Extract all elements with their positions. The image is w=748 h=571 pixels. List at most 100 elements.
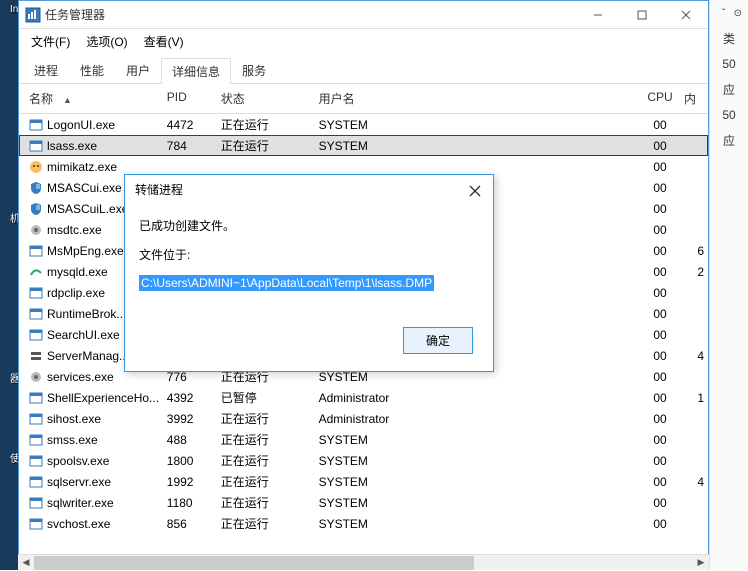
scrollbar-track[interactable] (34, 555, 693, 571)
tab-users[interactable]: 用户 (115, 57, 161, 83)
table-row[interactable]: spoolsv.exe1800正在运行SYSTEM00 (19, 450, 708, 471)
process-status: 正在运行 (221, 410, 319, 427)
process-status: 正在运行 (221, 452, 319, 469)
table-row[interactable]: sqlwriter.exe1180正在运行SYSTEM00 (19, 492, 708, 513)
process-cpu: 00 (636, 433, 684, 447)
dialog-close-button[interactable] (461, 179, 489, 203)
process-name: smss.exe (47, 433, 98, 447)
tab-performance[interactable]: 性能 (69, 57, 115, 83)
process-cpu: 00 (636, 307, 684, 321)
tab-processes[interactable]: 进程 (23, 57, 69, 83)
process-name: sqlwriter.exe (47, 496, 114, 510)
process-user: SYSTEM (319, 517, 637, 531)
process-name: rdpclip.exe (47, 286, 105, 300)
process-status: 正在运行 (221, 116, 319, 133)
process-pid: 1800 (167, 454, 221, 468)
process-icon (29, 307, 43, 321)
process-name: RuntimeBrok... (47, 307, 126, 321)
process-icon (29, 328, 43, 342)
process-icon (29, 223, 43, 237)
process-name: sihost.exe (47, 412, 101, 426)
header-name[interactable]: 名称▲ (19, 90, 167, 107)
process-name: sqlservr.exe (47, 475, 111, 489)
process-status: 正在运行 (221, 473, 319, 490)
process-status: 正在运行 (221, 494, 319, 511)
process-cpu: 00 (636, 223, 684, 237)
header-other[interactable]: 内 (684, 90, 708, 107)
dialog-ok-button[interactable]: 确定 (403, 327, 473, 354)
process-pid: 856 (167, 517, 221, 531)
process-icon (29, 118, 43, 132)
scroll-right-icon[interactable]: ▶ (693, 555, 709, 571)
process-cpu: 00 (636, 454, 684, 468)
process-cpu: 00 (636, 160, 684, 174)
header-user[interactable]: 用户名 (319, 90, 637, 107)
process-user: SYSTEM (319, 496, 637, 510)
process-user: Administrator (319, 412, 637, 426)
process-cpu: 00 (636, 286, 684, 300)
process-name: spoolsv.exe (47, 454, 109, 468)
process-pid: 488 (167, 433, 221, 447)
tabs: 进程 性能 用户 详细信息 服务 (19, 53, 708, 84)
process-icon (29, 433, 43, 447)
process-user: SYSTEM (319, 475, 637, 489)
process-status: 正在运行 (221, 515, 319, 532)
table-row[interactable]: sqlservr.exe1992正在运行SYSTEM004 (19, 471, 708, 492)
process-name: services.exe (47, 370, 114, 384)
process-icon (29, 496, 43, 510)
process-icon (29, 475, 43, 489)
table-row[interactable]: LogonUI.exe4472正在运行SYSTEM00 (19, 114, 708, 135)
process-icon (29, 244, 43, 258)
minimize-button[interactable] (576, 1, 620, 29)
process-name: ShellExperienceHo... (47, 391, 159, 405)
process-cpu: 00 (636, 475, 684, 489)
dialog-title[interactable]: 转储进程 (125, 175, 493, 203)
table-row[interactable]: svchost.exe856正在运行SYSTEM00 (19, 513, 708, 534)
table-row[interactable]: smss.exe 488正在运行SYSTEM00 (19, 429, 708, 450)
process-icon (29, 517, 43, 531)
process-pid: 3992 (167, 412, 221, 426)
menu-options[interactable]: 选项(O) (78, 31, 135, 52)
scrollbar-thumb[interactable] (34, 556, 474, 570)
process-name: msdtc.exe (47, 223, 102, 237)
process-status: 已暂停 (221, 389, 319, 406)
process-icon (29, 412, 43, 426)
table-row[interactable]: sihost.exe 3992正在运行Administrator00 (19, 408, 708, 429)
process-other: 6 (684, 244, 708, 258)
table-row[interactable]: ShellExperienceHo...4392已暂停Administrator… (19, 387, 708, 408)
process-cpu: 00 (636, 391, 684, 405)
scroll-left-icon[interactable]: ◀ (18, 555, 34, 571)
process-cpu: 00 (636, 202, 684, 216)
process-pid: 784 (167, 139, 221, 153)
tab-services[interactable]: 服务 (231, 57, 277, 83)
process-name: SearchUI.exe (47, 328, 120, 342)
taskmgr-icon (25, 7, 41, 23)
maximize-button[interactable] (620, 1, 664, 29)
process-name: mysqld.exe (47, 265, 108, 279)
header-status[interactable]: 状态 (221, 90, 319, 107)
process-status: 正在运行 (221, 137, 319, 154)
process-name: LogonUI.exe (47, 118, 115, 132)
window-title: 任务管理器 (45, 6, 576, 23)
tab-details[interactable]: 详细信息 (161, 58, 231, 84)
dialog-message-1: 已成功创建文件。 (139, 217, 479, 234)
close-button[interactable] (664, 1, 708, 29)
menu-view[interactable]: 查看(V) (136, 31, 192, 52)
process-cpu: 00 (636, 139, 684, 153)
process-other: 1 (684, 391, 708, 405)
process-cpu: 00 (636, 412, 684, 426)
header-cpu[interactable]: CPU (636, 90, 684, 107)
process-status: 正在运行 (221, 431, 319, 448)
table-row[interactable]: lsass.exe784正在运行SYSTEM00 (19, 135, 708, 156)
dialog-file-path[interactable]: C:\Users\ADMINI~1\AppData\Local\Temp\1\l… (139, 275, 434, 291)
menu-file[interactable]: 文件(F) (23, 31, 78, 52)
process-icon (29, 202, 43, 216)
process-pid: 1992 (167, 475, 221, 489)
header-pid[interactable]: PID (167, 90, 221, 107)
menubar: 文件(F) 选项(O) 查看(V) (19, 29, 708, 53)
process-name: svchost.exe (47, 517, 110, 531)
titlebar[interactable]: 任务管理器 (19, 1, 708, 29)
horizontal-scrollbar[interactable]: ◀ ▶ (18, 554, 709, 570)
process-user: SYSTEM (319, 433, 637, 447)
chevron-down-icon[interactable]: ˇ ⊙ (722, 8, 742, 19)
